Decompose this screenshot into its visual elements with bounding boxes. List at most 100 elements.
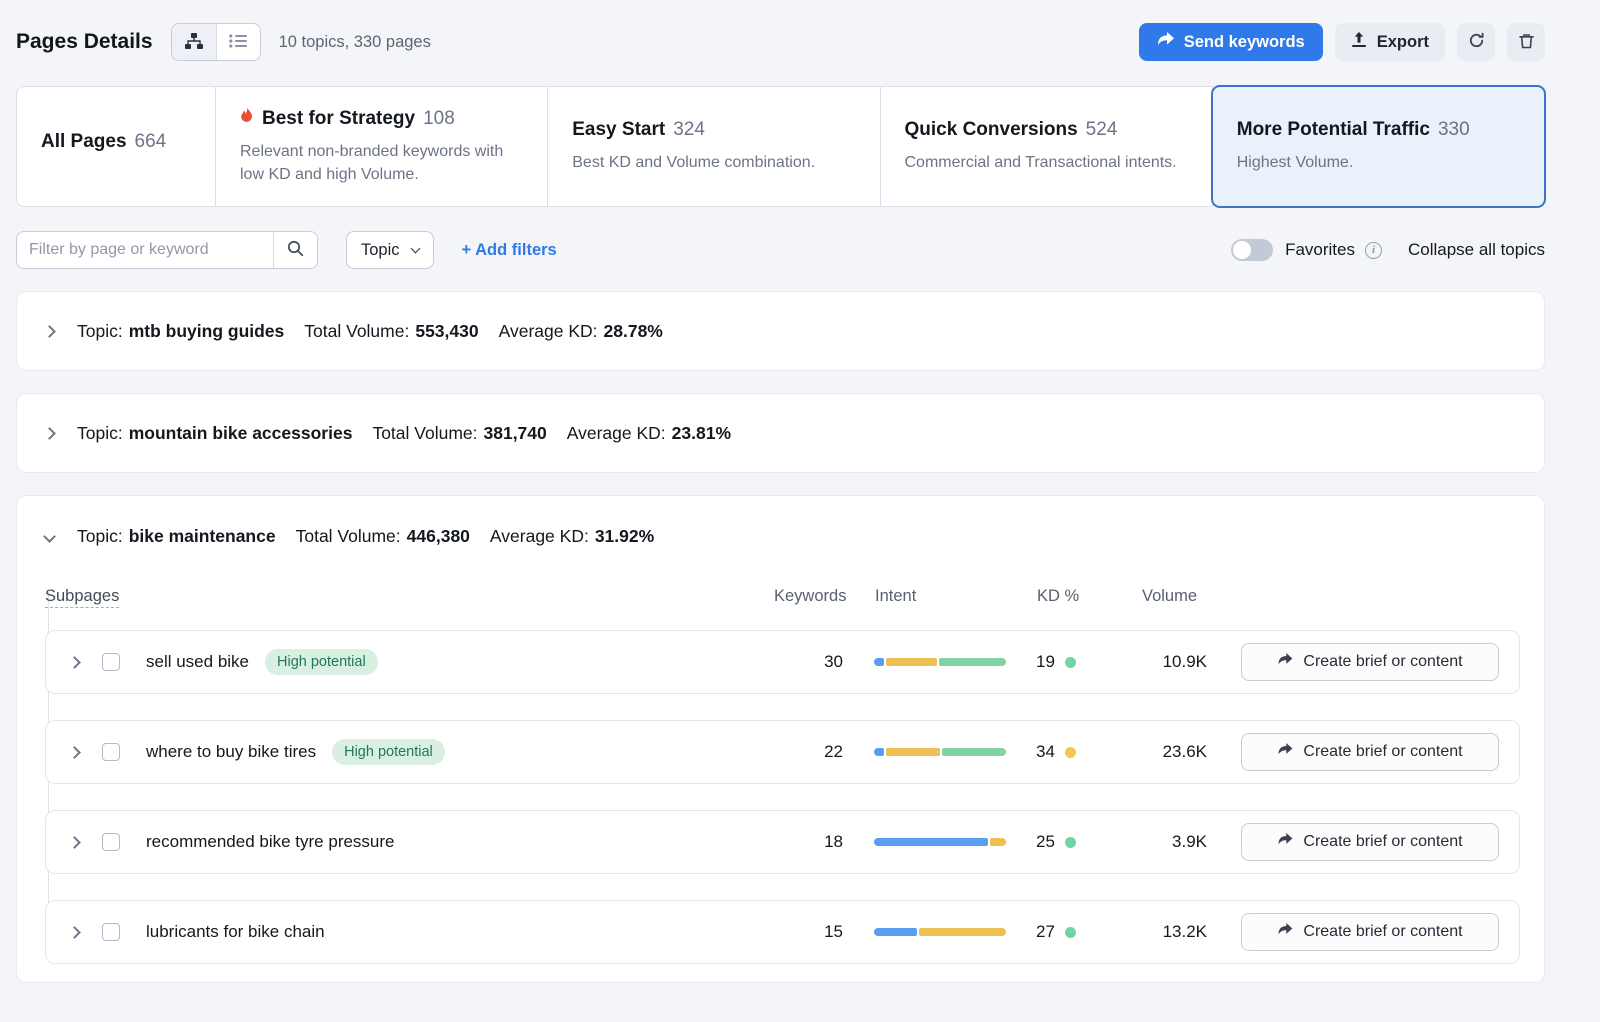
expand-topic-button[interactable]: [41, 429, 57, 438]
favorites-label: Favorites: [1285, 240, 1355, 260]
collapse-all-topics-link[interactable]: Collapse all topics: [1408, 240, 1545, 260]
search-input[interactable]: [17, 232, 273, 268]
kd-cell: 27: [1036, 922, 1108, 942]
total-volume-value: 553,430: [415, 321, 478, 342]
kd-cell: 34: [1036, 742, 1108, 762]
create-brief-button[interactable]: Create brief or content: [1241, 733, 1499, 771]
tab-count: 664: [135, 131, 167, 153]
row-checkbox[interactable]: [102, 653, 120, 671]
tab-best-for-strategy[interactable]: Best for Strategy 108 Relevant non-brand…: [215, 86, 548, 207]
intent-bar: [874, 658, 1006, 666]
search-button[interactable]: [273, 232, 317, 268]
tab-count: 108: [423, 108, 455, 130]
volume-value: 13.2K: [1129, 922, 1207, 942]
delete-button[interactable]: [1507, 23, 1545, 61]
tab-head: More Potential Traffic 330: [1237, 119, 1520, 141]
create-brief-button[interactable]: Create brief or content: [1241, 913, 1499, 951]
intent-column-header: Intent: [875, 587, 1007, 606]
chevron-down-icon: [43, 530, 56, 543]
keywords-column-header: Keywords: [774, 587, 844, 606]
topic-dropdown[interactable]: Topic: [346, 231, 434, 269]
chevron-right-icon: [43, 325, 56, 338]
tab-count: 324: [673, 119, 705, 141]
send-keywords-button[interactable]: Send keywords: [1139, 23, 1323, 61]
create-brief-button[interactable]: Create brief or content: [1241, 643, 1499, 681]
info-icon[interactable]: i: [1365, 242, 1382, 259]
keywords-count: 22: [773, 742, 843, 762]
tab-more-potential-traffic[interactable]: More Potential Traffic 330 Highest Volum…: [1212, 86, 1545, 207]
total-volume-label: Total Volume:: [304, 321, 409, 342]
tab-quick-conversions[interactable]: Quick Conversions 524 Commercial and Tra…: [880, 86, 1213, 207]
topic-row-mtb-buying-guides: Topic: mtb buying guides Total Volume: 5…: [16, 291, 1545, 371]
subpages-column-header[interactable]: Subpages: [45, 587, 119, 608]
tab-description: Highest Volume.: [1237, 151, 1520, 174]
volume-value: 10.9K: [1129, 652, 1207, 672]
average-kd-value: 23.81%: [672, 423, 731, 444]
row-checkbox[interactable]: [102, 743, 120, 761]
expand-row-button[interactable]: [46, 811, 102, 873]
collapse-topic-button[interactable]: [41, 532, 57, 541]
topic-line: Topic: mountain bike accessories Total V…: [41, 423, 731, 444]
tab-all-pages[interactable]: All Pages 664: [16, 86, 216, 207]
create-brief-button[interactable]: Create brief or content: [1241, 823, 1499, 861]
chevron-right-icon: [68, 926, 81, 939]
top-bar: Pages Details 10 topics, 330 pages Send …: [16, 22, 1545, 62]
total-volume-label: Total Volume:: [296, 526, 401, 547]
average-kd-label: Average KD:: [490, 526, 589, 547]
kd-dot: [1065, 837, 1076, 848]
total-volume-label: Total Volume:: [372, 423, 477, 444]
chevron-right-icon: [68, 746, 81, 759]
tab-head: Quick Conversions 524: [905, 119, 1188, 141]
topic-row-mountain-bike-accessories: Topic: mountain bike accessories Total V…: [16, 393, 1545, 473]
kd-value: 19: [1036, 652, 1055, 672]
topic-label: Topic:: [77, 321, 123, 342]
kd-cell: 19: [1036, 652, 1108, 672]
name-cell: recommended bike tyre pressure: [146, 832, 773, 852]
expand-topic-button[interactable]: [41, 327, 57, 336]
tab-label: All Pages: [41, 131, 127, 153]
export-icon: [1351, 32, 1367, 53]
tree-view-button[interactable]: [172, 24, 216, 60]
topic-label: Topic:: [77, 526, 123, 547]
keywords-count: 15: [773, 922, 843, 942]
tab-description: Commercial and Transactional intents.: [905, 151, 1188, 174]
tab-easy-start[interactable]: Easy Start 324 Best KD and Volume combin…: [547, 86, 880, 207]
subpage-name: where to buy bike tires: [146, 742, 316, 762]
export-button[interactable]: Export: [1335, 23, 1445, 61]
send-keywords-label: Send keywords: [1184, 33, 1305, 52]
refresh-button[interactable]: [1457, 23, 1495, 61]
kd-dot: [1065, 927, 1076, 938]
trash-icon: [1519, 33, 1534, 52]
tab-description: Relevant non-branded keywords with low K…: [240, 140, 523, 186]
average-kd-label: Average KD:: [499, 321, 598, 342]
expand-row-button[interactable]: [46, 631, 102, 693]
topic-name: mtb buying guides: [129, 321, 285, 342]
subpages-column: Subpages: [45, 587, 774, 606]
kd-cell: 25: [1036, 832, 1108, 852]
subpage-row-where-to-buy-bike-tires: where to buy bike tires High potential 2…: [45, 720, 1520, 784]
name-cell: lubricants for bike chain: [146, 922, 773, 942]
flame-icon: [240, 107, 254, 130]
intent-bar: [874, 748, 1006, 756]
favorites-toggle[interactable]: [1231, 239, 1273, 261]
topic-line: Topic: mtb buying guides Total Volume: 5…: [41, 321, 663, 342]
forward-arrow-icon: [1277, 653, 1293, 671]
topic-line: Topic: bike maintenance Total Volume: 44…: [17, 496, 1544, 576]
row-checkbox[interactable]: [102, 923, 120, 941]
list-view-button[interactable]: [216, 24, 260, 60]
intent-bar: [874, 928, 1006, 936]
page-type-tabs: All Pages 664 Best for Strategy 108 Rele…: [16, 86, 1545, 207]
tab-label: More Potential Traffic: [1237, 119, 1430, 141]
filter-search: [16, 231, 318, 269]
volume-value: 23.6K: [1129, 742, 1207, 762]
chevron-right-icon: [43, 427, 56, 440]
high-potential-badge: High potential: [332, 739, 445, 765]
row-checkbox[interactable]: [102, 833, 120, 851]
tab-count: 524: [1086, 119, 1118, 141]
tab-count: 330: [1438, 119, 1470, 141]
add-filters-link[interactable]: + Add filters: [462, 241, 557, 260]
subpage-row-lubricants-for-bike-chain: lubricants for bike chain 15 27 13.2K Cr…: [45, 900, 1520, 964]
name-cell: sell used bike High potential: [146, 649, 773, 675]
expand-row-button[interactable]: [46, 721, 102, 783]
expand-row-button[interactable]: [46, 901, 102, 963]
